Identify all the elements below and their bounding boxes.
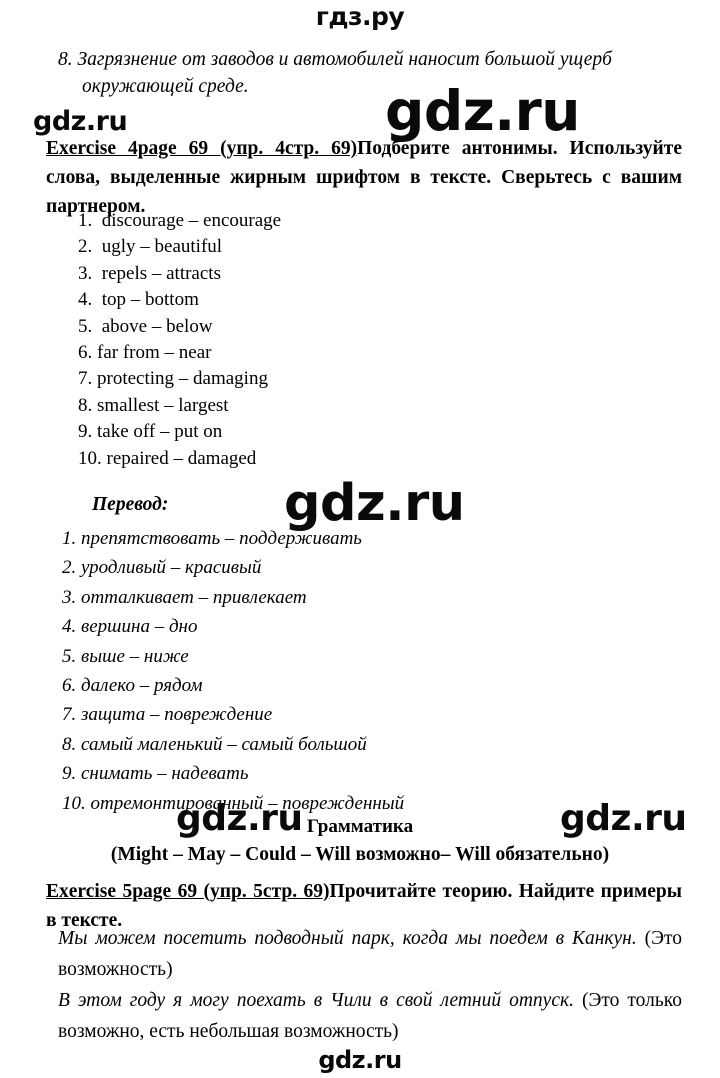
previous-answer-line1: Загрязнение от заводов и автомобилей нан… [77,49,612,70]
list-item: 9. take off – put on [78,421,223,443]
exercise-5-example-1: Мы можем посетить подводный парк, когда … [58,923,682,985]
list-item: 1. discourage – encourage [78,210,282,231]
previous-answer-number: 8. [58,49,73,70]
list-item: 4. вершина – дно [62,616,198,638]
list-item: 1. препятствовать – поддерживать [62,528,362,549]
exercise-5-example-2: В этом году я могу поехать в Чили в свой… [58,985,682,1047]
exercise-4-translation-list: 1. препятствовать – поддерживать 2. урод… [62,524,492,818]
list-item: 7. protecting – damaging [78,368,268,390]
list-item: 10. отремонтированный – поврежденный [62,792,405,814]
exercise-5-example-2-sentence: В этом году я могу поехать в Чили в свой… [58,990,574,1011]
list-item: 6. far from – near [78,342,212,364]
exercise-4-answer-list: 1. discourage – encourage 2. ugly – beau… [60,208,420,472]
translation-heading: Перевод: [92,494,169,515]
previous-answer-sentence: 8. Загрязнение от заводов и автомобилей … [58,46,678,100]
previous-answer-line2: окружающей среде. [82,76,249,97]
list-item: 10. repaired – damaged [78,447,257,469]
list-item: 2. ugly – beautiful [78,236,223,258]
grammar-heading: Грамматика [306,816,414,837]
list-item: 9. снимать – надевать [62,763,249,785]
list-item: 6. далеко – рядом [62,675,203,697]
list-item: 8. самый маленький – самый большой [62,733,367,755]
answer-page: 8. Загрязнение от заводов и автомобилей … [0,0,720,1078]
exercise-5-example-1-sentence: Мы можем посетить подводный парк, когда … [58,928,637,949]
exercise-5-link[interactable]: Exercise 5page 69 (упр. 5стр. 69) [46,881,330,902]
grammar-modal-line: (Might – May – Could – Will возможно– Wi… [110,844,610,865]
exercise-4-link[interactable]: Exercise 4page 69 (упр. 4стр. 69) [46,138,357,159]
list-item: 5. выше – ниже [62,645,189,667]
list-item: 2. уродливый – красивый [62,557,262,579]
list-item: 4. top – bottom [78,289,199,311]
list-item: 5. above – below [78,315,213,337]
list-item: 3. отталкивает – привлекает [62,586,307,608]
list-item: 7. защита – повреждение [62,704,273,726]
list-item: 3. repels – attracts [78,262,221,284]
list-item: 8. smallest – largest [78,394,229,416]
